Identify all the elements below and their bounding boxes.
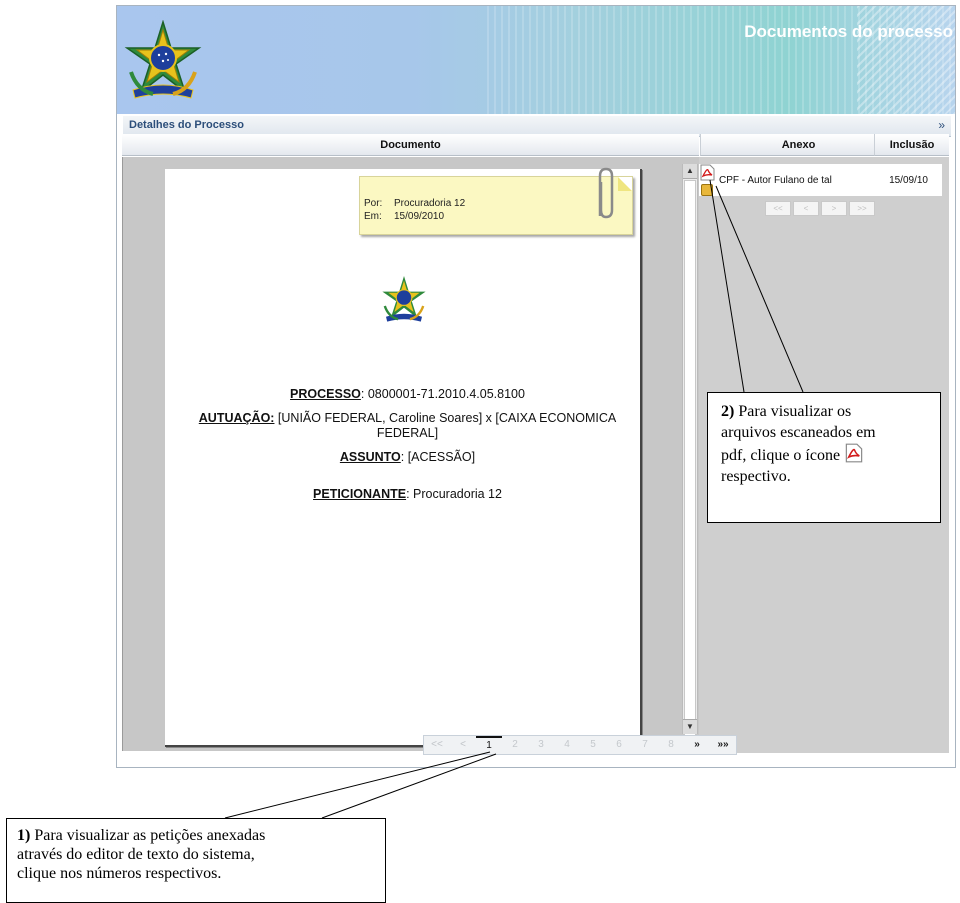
autuacao-label: AUTUAÇÃO:	[198, 411, 275, 425]
scroll-up-button[interactable]: ▲	[683, 164, 697, 179]
anexo-pager: << < > >>	[765, 201, 875, 216]
pager-page-2[interactable]: 2	[502, 736, 528, 754]
callout-pdf-instruction: 2) Para visualizar os arquivos escaneado…	[707, 392, 941, 523]
pager-page-8[interactable]: 8	[658, 736, 684, 754]
callout-2-line2: arquivos escaneados em	[721, 424, 876, 441]
pager-last-button[interactable]: »»	[710, 736, 736, 754]
anexo-date: 15/09/10	[889, 175, 928, 186]
pager-page-4[interactable]: 4	[554, 736, 580, 754]
postit-por-label: Por:	[364, 198, 383, 209]
callout-pages-instruction: 1) Para visualizar as petições anexadas …	[6, 818, 386, 903]
pager-next-button[interactable]: »	[684, 736, 710, 754]
postit-fold	[618, 177, 632, 191]
column-header-inclusao[interactable]: Inclusão	[874, 134, 949, 156]
section-expand-button[interactable]: »	[938, 118, 945, 132]
column-header-anexo[interactable]: Anexo	[700, 134, 896, 156]
postit-meta: Por: Procuradoria 12 Em: 15/09/2010	[364, 197, 465, 223]
callout-1-number: 1)	[17, 827, 31, 844]
postit-em-value: 15/09/2010	[394, 211, 445, 222]
document-pager: << < 1 2 3 4 5 6 7 8 » »»	[423, 735, 737, 755]
autuacao-line: AUTUAÇÃO: [UNIÃO FEDERAL, Caroline Soare…	[180, 411, 635, 441]
callout-1-line2: através do editor de texto do sistema,	[17, 846, 255, 863]
autuacao-value: [UNIÃO FEDERAL, Caroline Soares] x [CAIX…	[274, 411, 617, 440]
assunto-label: ASSUNTO	[339, 450, 401, 464]
anexo-pager-first[interactable]: <<	[765, 201, 791, 216]
section-title: Detalhes do Processo	[129, 119, 244, 131]
anexo-name[interactable]: CPF - Autor Fulano de tal	[719, 175, 832, 186]
anexo-row[interactable]: CPF - Autor Fulano de tal 15/09/10	[699, 164, 942, 196]
assunto-value: : [ACESSÃO]	[400, 450, 476, 464]
postit-em-label: Em:	[364, 211, 382, 222]
scroll-thumb[interactable]	[684, 180, 696, 740]
anexo-pager-last[interactable]: >>	[849, 201, 875, 216]
pager-page-5[interactable]: 5	[580, 736, 606, 754]
anexo-pager-next[interactable]: >	[821, 201, 847, 216]
app-header: Documentos do processo	[117, 6, 955, 114]
document-scrollbar[interactable]: ▲ ▼	[682, 164, 698, 740]
peticionante-value: : Procuradoria 12	[406, 487, 502, 501]
postit-por-value: Procuradoria 12	[394, 198, 466, 209]
peticionante-line: PETICIONANTE: Procuradoria 12	[180, 487, 635, 502]
pager-first-button[interactable]: <<	[424, 736, 450, 754]
callout-2-line3: pdf, clique o ícone	[721, 447, 841, 464]
paperclip-icon	[598, 167, 614, 219]
lock-icon	[701, 184, 713, 196]
app-title: Documentos do processo	[744, 22, 953, 41]
anexo-pager-prev[interactable]: <	[793, 201, 819, 216]
callout-2-number: 2)	[721, 403, 735, 420]
scroll-down-button[interactable]: ▼	[683, 719, 697, 734]
pager-prev-button[interactable]: <	[450, 736, 476, 754]
document-coat-of-arms-logo	[382, 276, 426, 322]
processo-value: : 0800001-71.2010.4.05.8100	[360, 387, 525, 401]
assunto-line: ASSUNTO: [ACESSÃO]	[180, 450, 635, 465]
coat-of-arms-logo	[124, 20, 202, 99]
processo-label: PROCESSO	[290, 387, 361, 401]
processo-line: PROCESSO: 0800001-71.2010.4.05.8100	[180, 387, 635, 402]
pager-page-1[interactable]: 1	[476, 736, 502, 754]
callout-1-line1: Para visualizar as petições anexadas	[30, 827, 266, 844]
column-header-documento[interactable]: Documento	[122, 134, 699, 156]
document-body: PROCESSO: 0800001-71.2010.4.05.8100 AUTU…	[180, 387, 635, 511]
pager-page-7[interactable]: 7	[632, 736, 658, 754]
callout-2-line4: respectivo.	[721, 468, 791, 485]
callout-2-line1: Para visualizar os	[734, 403, 852, 420]
callout-1-line3: clique nos números respectivos.	[17, 865, 222, 882]
peticionante-label: PETICIONANTE	[313, 487, 407, 501]
pager-page-6[interactable]: 6	[606, 736, 632, 754]
pdf-icon	[845, 443, 863, 463]
pdf-icon[interactable]	[700, 164, 715, 181]
pager-page-3[interactable]: 3	[528, 736, 554, 754]
